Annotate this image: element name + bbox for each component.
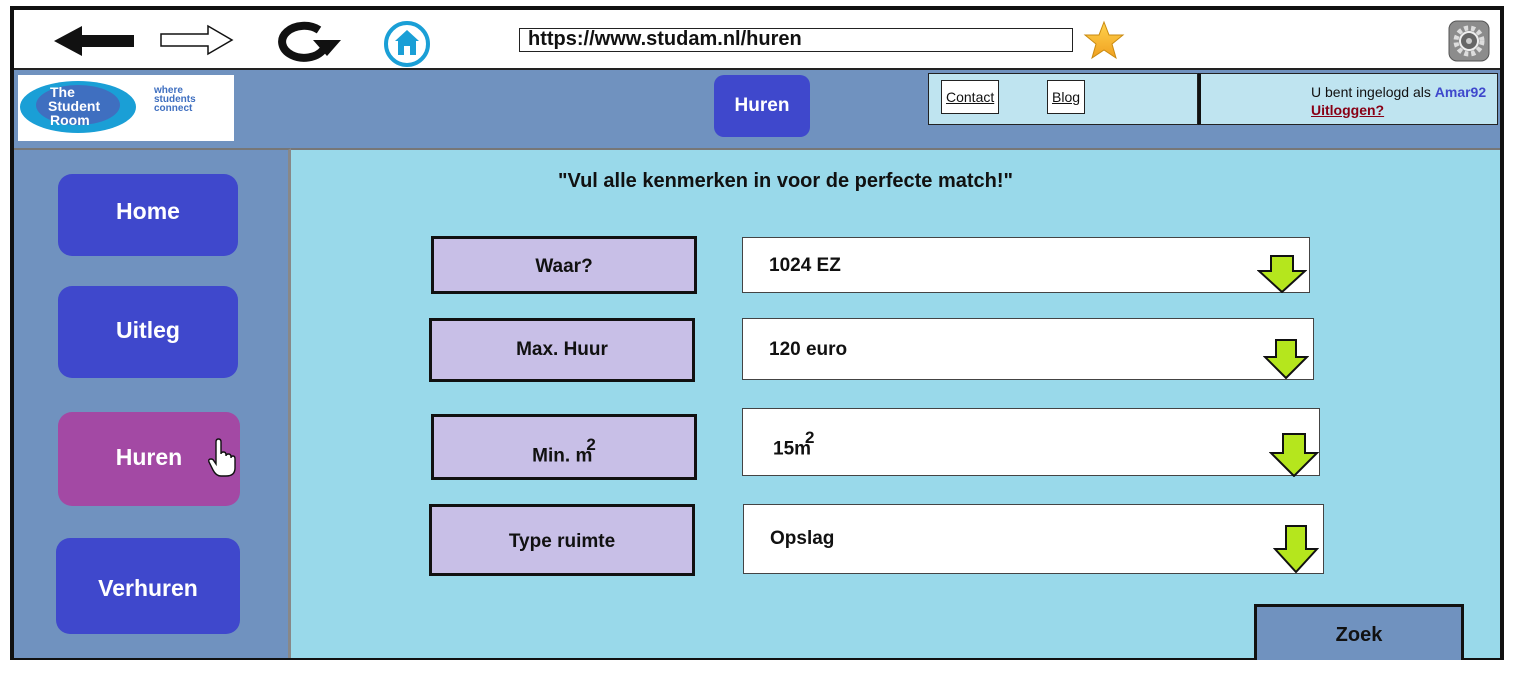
hand-cursor-icon bbox=[208, 438, 236, 477]
field-label-max-huur: Max. Huur bbox=[429, 318, 695, 382]
dropdown-value: 120 euro bbox=[769, 339, 848, 360]
sidebar-item-home[interactable]: Home bbox=[58, 174, 238, 256]
page-headline: "Vul alle kenmerken in voor de perfecte … bbox=[558, 170, 1014, 192]
dropdown-waar[interactable]: 1024 EZ bbox=[742, 237, 1310, 293]
superscript: 2 bbox=[805, 428, 815, 447]
username: Amar92 bbox=[1434, 84, 1487, 100]
sidebar-item-label: Home bbox=[116, 198, 180, 224]
header-links: Contact Blog bbox=[928, 73, 1198, 125]
field-label-text: Min. m bbox=[532, 445, 593, 467]
search-button[interactable]: Zoek bbox=[1254, 604, 1464, 660]
svg-text:connect: connect bbox=[154, 103, 193, 114]
main-content: "Vul alle kenmerken in voor de perfecte … bbox=[291, 148, 1500, 660]
blog-link[interactable]: Blog bbox=[1047, 80, 1086, 114]
dropdown-arrow-icon[interactable] bbox=[1257, 255, 1307, 293]
contact-link[interactable]: Contact bbox=[941, 80, 1000, 114]
tab-huren[interactable]: Huren bbox=[714, 75, 810, 137]
dropdown-arrow-icon[interactable] bbox=[1273, 525, 1319, 573]
site-header: The Student Room where students connect … bbox=[14, 68, 1500, 148]
dropdown-type-ruimte[interactable]: Opslag bbox=[743, 504, 1324, 574]
logout-link[interactable]: Uitloggen? bbox=[1311, 102, 1384, 118]
dropdown-min-m2[interactable]: 15m2 bbox=[742, 408, 1320, 477]
url-bar[interactable]: https://www.studam.nl/huren bbox=[519, 28, 1073, 52]
back-arrow-icon[interactable] bbox=[54, 24, 136, 58]
sidebar-item-label: Huren bbox=[115, 444, 183, 470]
login-text: U bent ingelogd als Amar92 bbox=[1311, 84, 1486, 100]
sidebar-item-label: Verhuren bbox=[98, 575, 198, 601]
login-prefix: U bent ingelogd als bbox=[1311, 84, 1435, 100]
sidebar-item-huren[interactable]: Huren bbox=[58, 412, 240, 506]
sidebar: Home Uitleg Huren Verhuren bbox=[14, 148, 291, 658]
dropdown-max-huur[interactable]: 120 euro bbox=[742, 318, 1314, 380]
dropdown-arrow-icon[interactable] bbox=[1263, 339, 1309, 379]
field-label-waar: Waar? bbox=[431, 236, 697, 294]
svg-text:Room: Room bbox=[50, 112, 90, 128]
field-label-type-ruimte: Type ruimte bbox=[429, 504, 695, 576]
forward-arrow-icon[interactable] bbox=[160, 24, 234, 56]
dropdown-arrow-icon[interactable] bbox=[1269, 433, 1319, 477]
reload-icon[interactable] bbox=[267, 20, 343, 62]
sidebar-item-uitleg[interactable]: Uitleg bbox=[58, 286, 238, 378]
superscript: 2 bbox=[586, 435, 596, 454]
dropdown-value: Opslag bbox=[770, 528, 835, 549]
star-icon[interactable] bbox=[1082, 20, 1126, 60]
dropdown-value: 1024 EZ bbox=[769, 255, 841, 276]
gear-icon[interactable] bbox=[1448, 20, 1490, 62]
logo-image: The Student Room where students connect bbox=[20, 81, 196, 133]
sidebar-item-label: Uitleg bbox=[116, 317, 180, 343]
field-label-min-m2: Min. m2 bbox=[431, 414, 697, 480]
home-icon[interactable] bbox=[383, 20, 431, 68]
browser-toolbar: https://www.studam.nl/huren bbox=[14, 10, 1500, 68]
sidebar-item-verhuren[interactable]: Verhuren bbox=[56, 538, 240, 634]
login-status: U bent ingelogd als Amar92 Uitloggen? bbox=[1198, 73, 1498, 125]
site-logo[interactable]: The Student Room where students connect bbox=[18, 75, 234, 141]
